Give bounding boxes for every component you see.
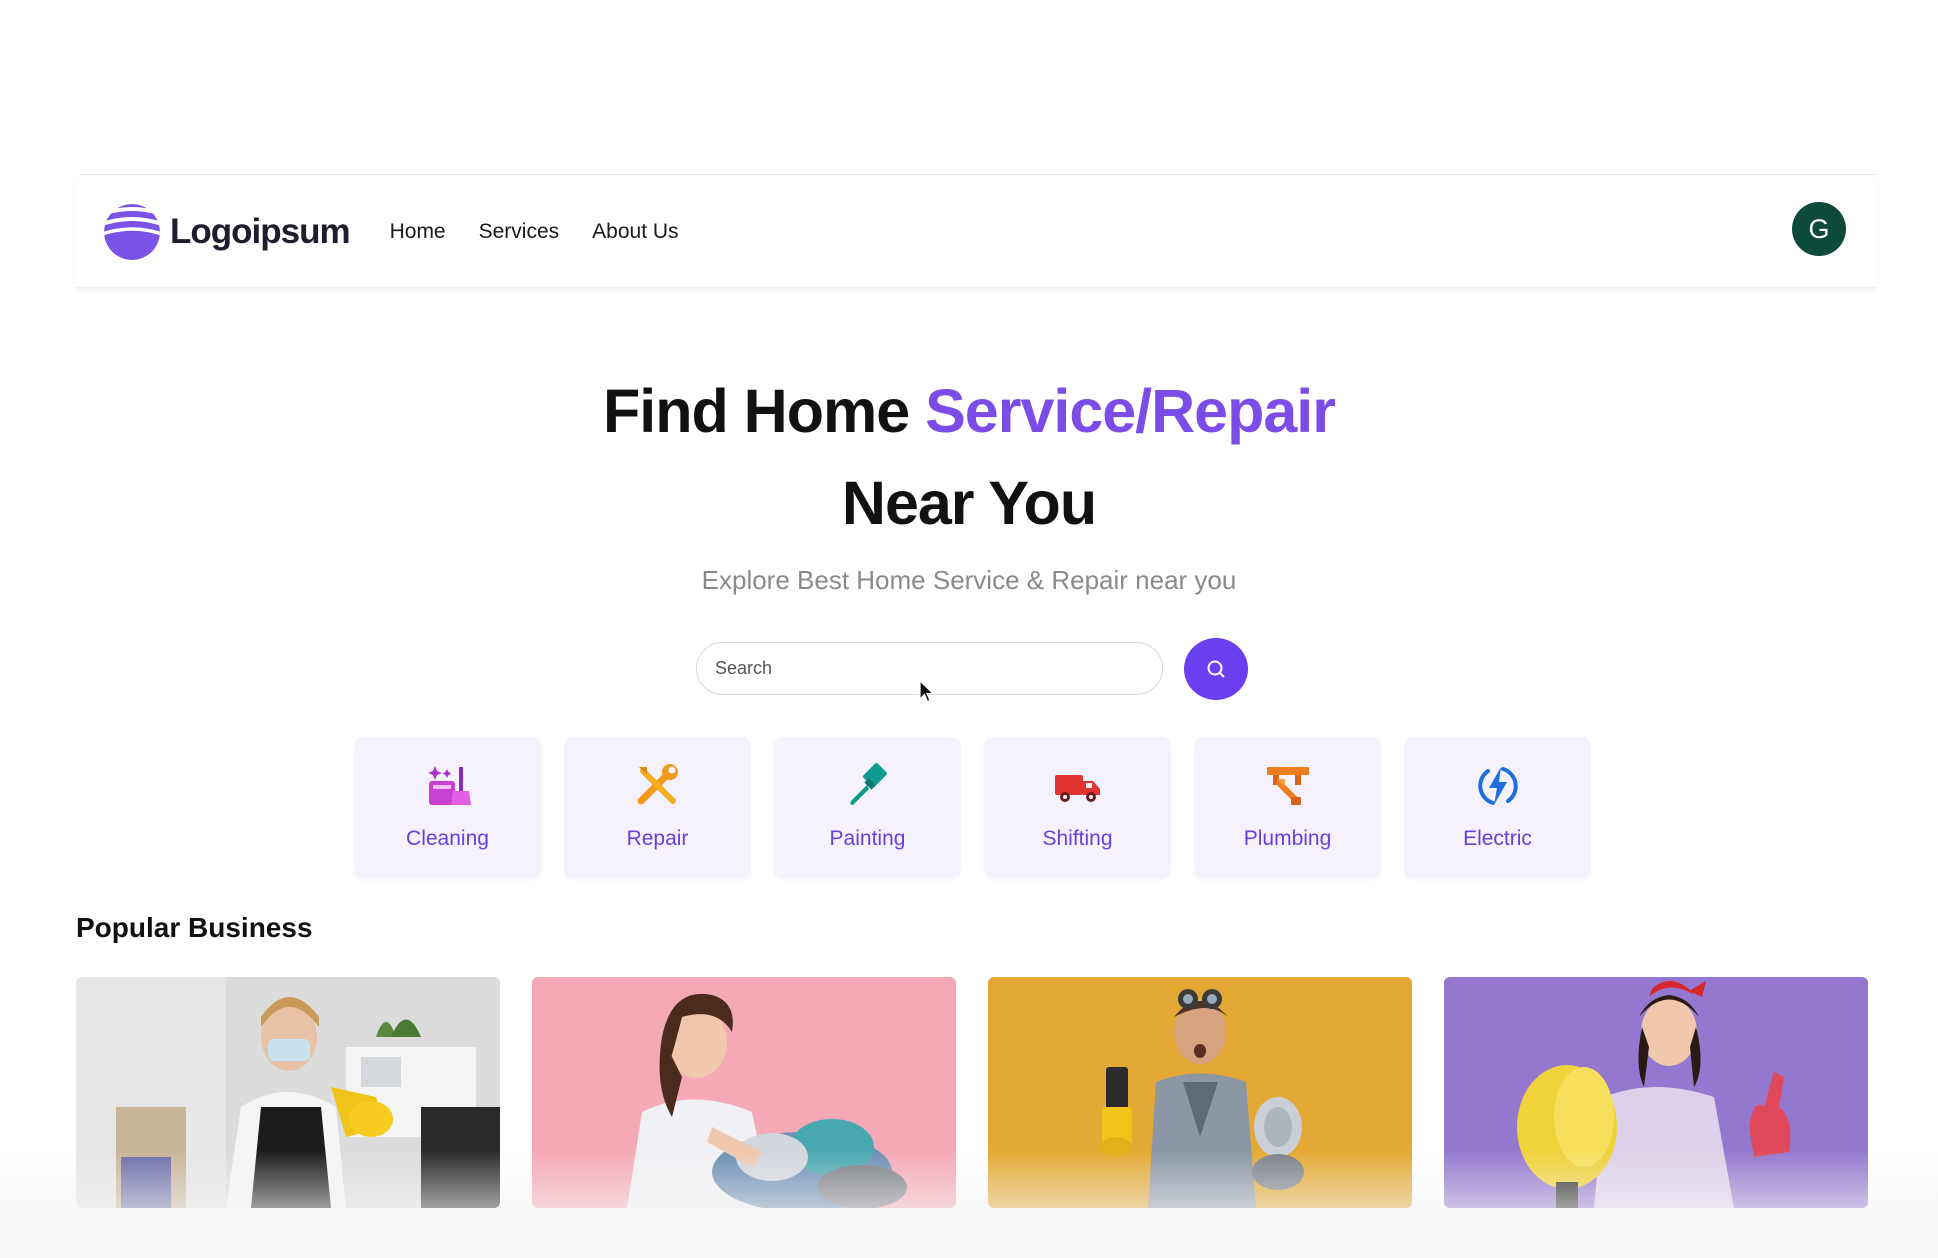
category-repair[interactable]: Repair — [564, 737, 751, 879]
top-navbar: Logoipsum Home Services About Us G — [76, 176, 1876, 288]
hero-subtitle: Explore Best Home Service & Repair near … — [701, 565, 1237, 595]
lightning-icon — [1477, 767, 1518, 805]
hero-title: Find Home Service/Repair Near You — [0, 365, 1938, 549]
mouse-cursor-icon — [919, 680, 935, 703]
business-card[interactable] — [988, 977, 1412, 1208]
search-icon — [1207, 660, 1225, 678]
paint-brush-icon — [849, 763, 887, 805]
category-list: Cleaning Repair Painting Shifting Plumbi… — [354, 737, 1614, 879]
truck-icon — [1054, 775, 1100, 802]
logo[interactable]: Logoipsum — [102, 202, 351, 262]
business-card-image — [1444, 977, 1868, 1208]
category-cleaning[interactable]: Cleaning — [354, 737, 541, 879]
category-label: Cleaning — [406, 827, 489, 850]
plumbing-icon — [1266, 767, 1309, 805]
hero-title-accent: Service/Repair — [925, 377, 1336, 445]
category-label: Plumbing — [1243, 827, 1332, 850]
category-label: Electric — [1463, 827, 1532, 850]
category-painting[interactable]: Painting — [774, 737, 961, 879]
business-card[interactable] — [532, 977, 956, 1208]
category-label: Shifting — [1042, 827, 1113, 850]
logo-mark-icon — [104, 203, 160, 260]
category-label: Repair — [626, 827, 689, 850]
hero: Find Home Service/Repair Near You — [0, 365, 1938, 549]
business-card[interactable] — [1444, 977, 1868, 1208]
logo-text: Logoipsum — [170, 211, 351, 251]
top-divider — [80, 174, 1875, 175]
nav-services[interactable]: Services — [479, 220, 560, 244]
business-card-image — [988, 977, 1412, 1208]
repair-tools-icon — [637, 764, 678, 805]
nav-home[interactable]: Home — [390, 220, 446, 244]
category-label: Painting — [829, 827, 906, 850]
cleaning-icon — [427, 766, 471, 805]
search-button[interactable] — [1184, 638, 1248, 700]
category-electric[interactable]: Electric — [1404, 737, 1591, 879]
category-shifting[interactable]: Shifting — [984, 737, 1171, 879]
business-card-image — [76, 977, 500, 1208]
hero-title-part2: Near You — [841, 469, 1097, 537]
business-card-image — [532, 977, 956, 1208]
hero-title-part1: Find Home — [603, 377, 926, 445]
business-card[interactable] — [76, 977, 500, 1208]
nav-about-us[interactable]: About Us — [592, 220, 678, 244]
user-avatar[interactable]: G — [1792, 202, 1846, 256]
category-plumbing[interactable]: Plumbing — [1194, 737, 1381, 879]
popular-business-title: Popular Business — [76, 912, 313, 943]
main-nav: Home Services About Us — [390, 220, 712, 244]
popular-business-list — [76, 977, 1900, 1208]
